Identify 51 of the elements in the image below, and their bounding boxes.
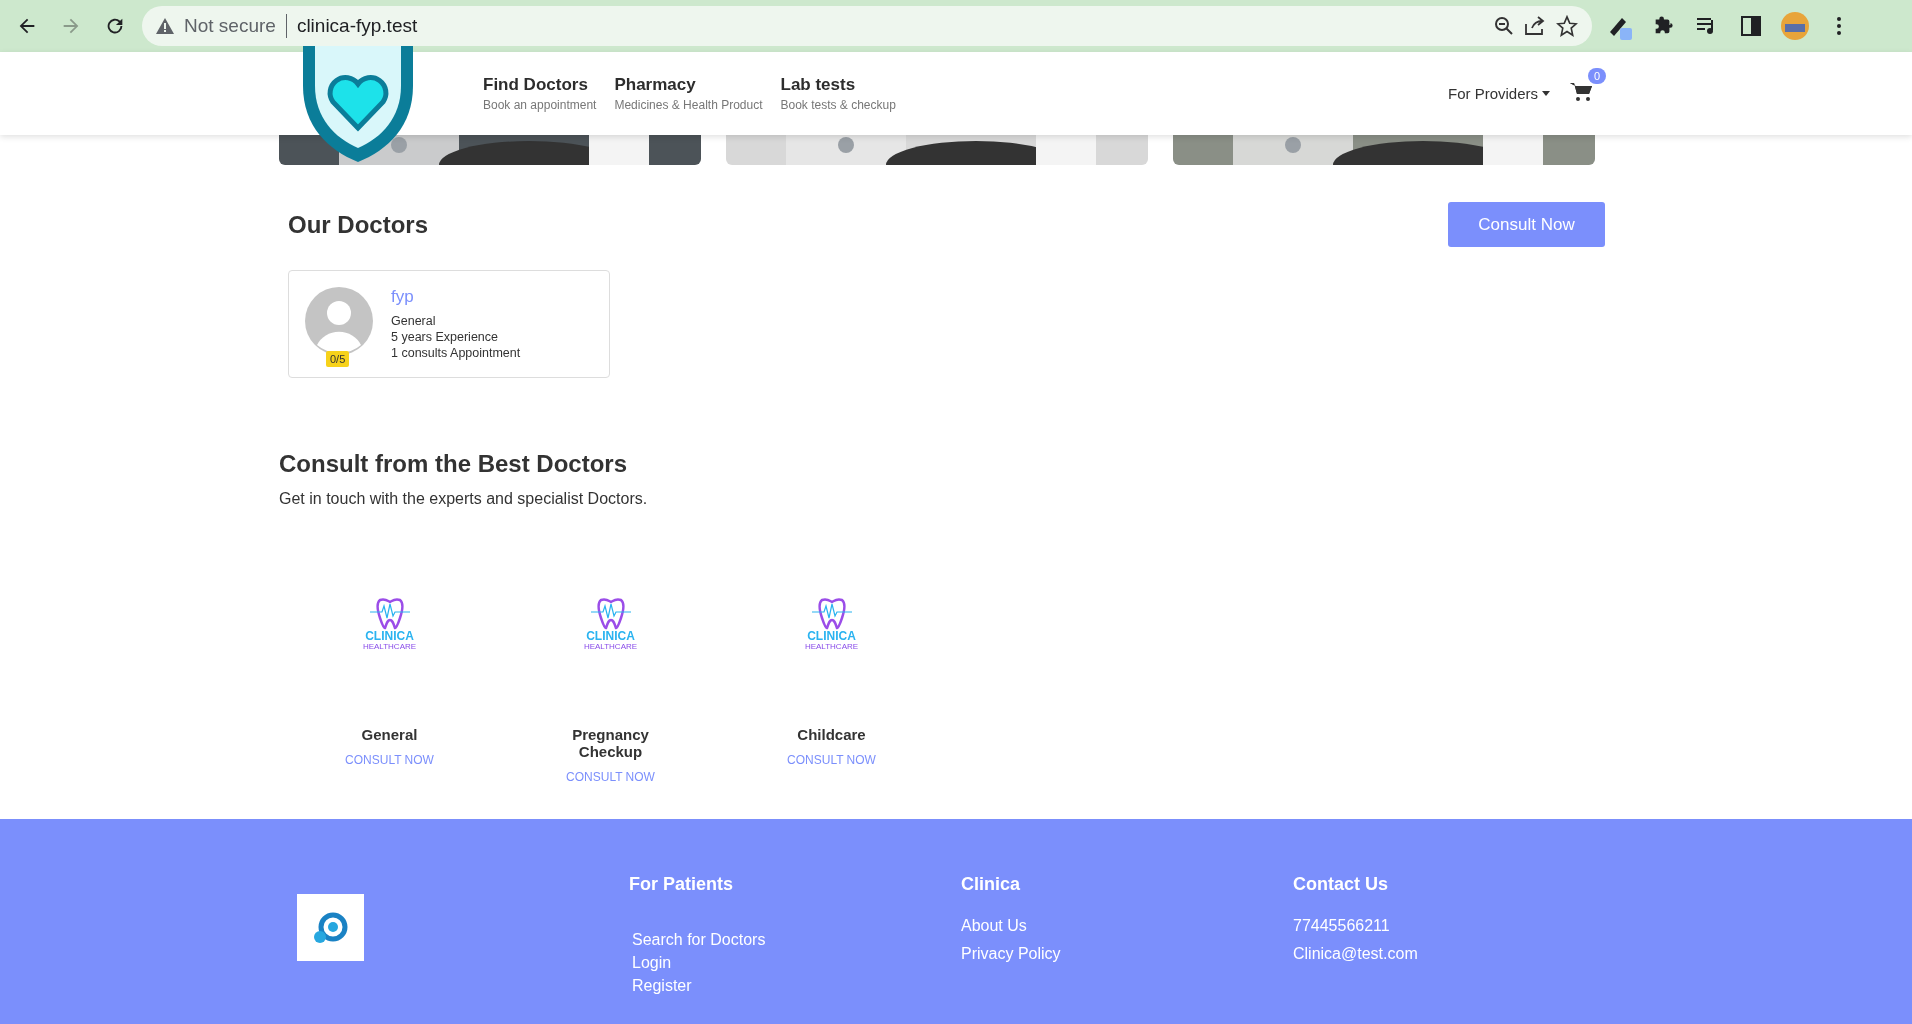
logo-text: CLINICA: [807, 630, 856, 642]
tooth-heartbeat-icon: [590, 598, 631, 630]
clinic-logo: [312, 910, 349, 945]
logo-subtext: HEALTHCARE: [583, 642, 638, 652]
footer-heading: For Patients: [629, 874, 735, 895]
rating-badge: 0/5: [326, 351, 350, 367]
footer-link[interactable]: Register: [632, 977, 961, 995]
logo-text: CLINICA: [365, 630, 414, 642]
consult-link[interactable]: CONSULT NOW: [345, 753, 434, 767]
footer-link[interactable]: Privacy Policy: [961, 945, 1293, 963]
footer-link[interactable]: Login: [632, 954, 961, 972]
section-subtitle: Get in touch with the experts and specialist Doctors.: [279, 490, 649, 508]
providers-dropdown[interactable]: For Providers: [1447, 85, 1550, 102]
footer-link[interactable]: Clinica@test.com: [1293, 945, 1625, 963]
tooth-heartbeat-icon: [369, 598, 410, 630]
nav-link[interactable]: Find Doctors Book an appointment: [483, 75, 597, 112]
doctor-specialty: General: [391, 313, 437, 329]
footer-heading: Clinica: [961, 874, 1022, 895]
logo-subtext: HEALTHCARE: [804, 642, 859, 652]
profile-avatar[interactable]: [1778, 9, 1812, 43]
logo-text: CLINICA: [586, 630, 635, 642]
url-field[interactable]: clinica-fyp.test: [296, 15, 1484, 37]
specialty-name: General: [360, 726, 419, 743]
doctor-card[interactable]: 0/5 fyp General 5 years Experience 1 consults Appointment: [288, 270, 610, 378]
footer-link[interactable]: About Us: [961, 917, 1293, 935]
cart-icon[interactable]: [1570, 81, 1592, 102]
consult-link[interactable]: CONSULT NOW: [566, 770, 655, 784]
avatar-icon: [305, 287, 373, 355]
warning-icon: [156, 18, 174, 34]
specialty-name: Childcare: [796, 726, 867, 743]
doctor-experience: 5 years Experience: [391, 329, 499, 345]
cart-count-badge: 0: [1587, 67, 1606, 84]
tooth-heartbeat-icon: [811, 598, 852, 630]
footer-link[interactable]: 77445566211: [1293, 917, 1625, 935]
security-label: Not secure: [184, 15, 276, 37]
star-icon[interactable]: [1556, 15, 1578, 37]
footer-heading: Contact Us: [1293, 874, 1389, 895]
nav-link[interactable]: Lab tests Book tests & checkup: [780, 75, 896, 112]
section-heading: Consult from the Best Doctors: [279, 450, 629, 478]
footer-link[interactable]: Search for Doctors: [632, 931, 961, 949]
logo-subtext: HEALTHCARE: [362, 642, 417, 652]
doctor-consults: 1 consults Appointment: [391, 345, 521, 361]
caret-icon: [1542, 91, 1550, 96]
consult-now-button[interactable]: Consult Now: [1448, 202, 1605, 247]
doctor-name[interactable]: fyp: [391, 287, 521, 307]
specialty-name: Pregnancy Checkup: [571, 726, 650, 760]
nav-link[interactable]: Pharmacy Medicines & Health Product: [614, 75, 763, 112]
consult-link[interactable]: CONSULT NOW: [787, 753, 876, 767]
share-icon[interactable]: [1524, 16, 1546, 36]
section-heading: Our Doctors: [288, 210, 428, 239]
zoom-icon[interactable]: [1494, 16, 1514, 36]
